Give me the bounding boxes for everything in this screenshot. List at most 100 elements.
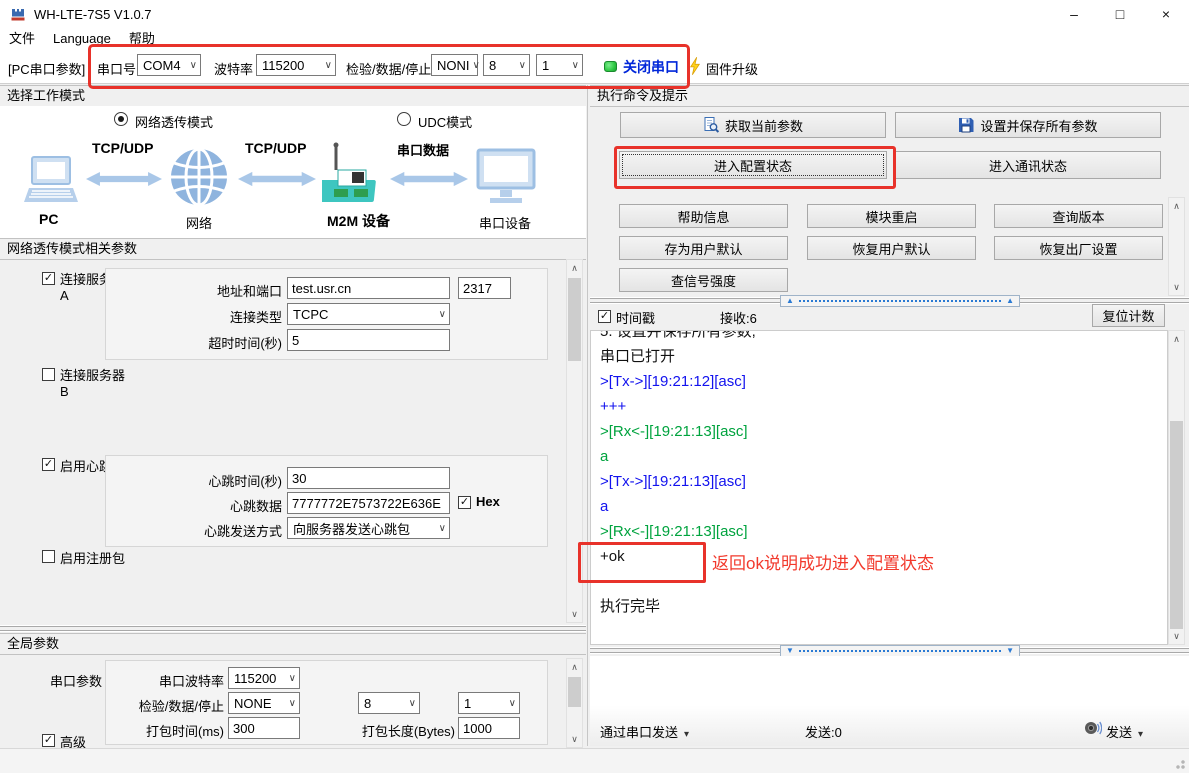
get-params-button[interactable]: 获取当前参数 xyxy=(620,112,886,138)
arrow-left-right-icon xyxy=(390,166,468,192)
enter-comm-button[interactable]: 进入通讯状态 xyxy=(895,151,1161,179)
timestamp-label[interactable]: 时间戳 xyxy=(616,308,655,327)
factory-reset-button[interactable]: 恢复出厂设置 xyxy=(994,236,1163,260)
log-line: >[Tx->][19:21:13][asc] xyxy=(591,469,1167,494)
send-via-serial-select[interactable]: 通过串口发送 xyxy=(600,722,689,741)
radio-transparent-mode[interactable] xyxy=(114,112,128,126)
resize-grip[interactable] xyxy=(1174,758,1186,770)
stopbits-select[interactable]: 1 xyxy=(536,54,583,76)
minimize-button[interactable]: – xyxy=(1051,0,1097,28)
packlen-input[interactable]: 1000 xyxy=(458,717,520,739)
reset-count-button[interactable]: 复位计数 xyxy=(1092,304,1165,327)
scrollbar-thumb[interactable] xyxy=(568,677,581,707)
firmware-upgrade-button[interactable]: 固件升级 xyxy=(706,59,758,78)
query-version-button[interactable]: 查询版本 xyxy=(994,204,1163,228)
scroll-down-icon[interactable] xyxy=(1169,280,1184,295)
global-baud-select[interactable]: 115200 xyxy=(228,667,300,689)
speaker-icon xyxy=(1084,719,1102,737)
advanced-checkbox[interactable] xyxy=(42,734,55,747)
hex-checkbox[interactable] xyxy=(458,496,471,509)
global-parity-select[interactable]: NONE xyxy=(228,692,300,714)
commands-scrollbar[interactable] xyxy=(1168,197,1185,296)
conn-type-label: 连接类型 xyxy=(150,307,282,326)
scroll-down-icon[interactable] xyxy=(567,732,582,747)
global-params-scrollbar[interactable] xyxy=(566,658,583,748)
timestamp-checkbox[interactable] xyxy=(598,310,611,323)
signal-strength-button[interactable]: 查信号强度 xyxy=(619,268,788,292)
hex-label[interactable]: Hex xyxy=(476,494,500,509)
heartbeat-checkbox[interactable] xyxy=(42,458,55,471)
collapse-up-icon: ▲ xyxy=(786,297,794,305)
addr-port-label: 地址和端口 xyxy=(150,281,282,300)
scroll-up-icon[interactable] xyxy=(567,261,582,276)
log-line: >[Rx<-][19:21:13][asc] xyxy=(591,419,1167,444)
scroll-up-icon[interactable] xyxy=(567,660,582,675)
network-node-label: 网络 xyxy=(186,213,212,232)
left-splitter[interactable] xyxy=(0,625,586,632)
net-params-scrollbar[interactable] xyxy=(566,259,583,623)
scroll-up-icon[interactable] xyxy=(1169,199,1184,214)
scroll-down-icon[interactable] xyxy=(567,607,582,622)
set-save-params-button[interactable]: 设置并保存所有参数 xyxy=(895,112,1161,138)
parity-select[interactable]: NONI xyxy=(431,54,478,76)
maximize-button[interactable]: □ xyxy=(1097,0,1143,28)
save-user-default-button[interactable]: 存为用户默认 xyxy=(619,236,788,260)
pc-node-label: PC xyxy=(39,211,58,227)
menu-file[interactable]: 文件 xyxy=(0,28,44,50)
receive-count-label: 接收:6 xyxy=(720,308,757,327)
log-line: 执行完毕 xyxy=(591,594,1167,619)
menu-language[interactable]: Language xyxy=(44,28,120,50)
global-stopbits-select[interactable]: 1 xyxy=(458,692,520,714)
serial-node-label: 串口设备 xyxy=(479,213,531,232)
conn-type-select[interactable]: TCPC xyxy=(287,303,450,325)
serial-device-icon xyxy=(476,148,536,206)
log-top-splitter-handle[interactable]: ▲ ▲ xyxy=(780,295,1020,307)
hb-data-label: 心跳数据 xyxy=(150,496,282,515)
scrollbar-thumb[interactable] xyxy=(1170,421,1183,629)
server-b-label[interactable]: 连接服务器 B xyxy=(60,365,125,399)
radio-transparent-label[interactable]: 网络透传模式 xyxy=(135,112,213,131)
register-label[interactable]: 启用注册包 xyxy=(60,548,125,567)
close-serial-button[interactable]: 关闭串口 xyxy=(623,57,679,77)
panel-divider xyxy=(587,85,588,746)
splitter-dots xyxy=(799,650,1001,652)
scroll-up-icon[interactable] xyxy=(1169,332,1184,347)
server-b-checkbox[interactable] xyxy=(42,368,55,381)
server-a-checkbox[interactable] xyxy=(42,272,55,285)
menu-bar: 文件 Language 帮助 xyxy=(0,28,1189,50)
baud-rate-select[interactable]: 115200 xyxy=(256,54,336,76)
restore-user-default-button[interactable]: 恢复用户默认 xyxy=(807,236,976,260)
global-databits-select[interactable]: 8 xyxy=(358,692,420,714)
help-info-button[interactable]: 帮助信息 xyxy=(619,204,788,228)
hb-mode-select[interactable]: 向服务器发送心跳包 xyxy=(287,517,450,539)
status-bar xyxy=(0,748,1189,773)
module-reboot-button[interactable]: 模块重启 xyxy=(807,204,976,228)
scroll-down-icon[interactable] xyxy=(1169,629,1184,644)
save-icon xyxy=(958,117,974,133)
server-port-input[interactable]: 2317 xyxy=(458,277,511,299)
databits-select[interactable]: 8 xyxy=(483,54,530,76)
hb-data-input[interactable]: 7777772E7573722E636E xyxy=(287,492,450,514)
log-scrollbar[interactable] xyxy=(1168,330,1185,645)
global-baud-label: 串口波特率 xyxy=(120,671,224,690)
parity-data-stop-label: 检验/数据/停止 xyxy=(346,59,431,78)
radio-udc-label[interactable]: UDC模式 xyxy=(418,112,472,131)
packtime-input[interactable]: 300 xyxy=(228,717,300,739)
radio-udc-mode[interactable] xyxy=(397,112,411,126)
timeout-input[interactable]: 5 xyxy=(287,329,450,351)
arrow-left-right-icon xyxy=(238,166,316,192)
server-address-input[interactable]: test.usr.cn xyxy=(287,277,450,299)
serial-params-label: 串口参数 xyxy=(20,671,102,690)
menu-help[interactable]: 帮助 xyxy=(120,28,164,50)
splitter-dots xyxy=(799,300,1001,302)
scrollbar-thumb[interactable] xyxy=(568,278,581,361)
close-button[interactable]: × xyxy=(1143,0,1189,28)
com-port-select[interactable]: COM4 xyxy=(137,54,201,76)
register-checkbox[interactable] xyxy=(42,550,55,563)
hb-time-input[interactable]: 30 xyxy=(287,467,450,489)
serial-open-led-icon xyxy=(604,61,617,72)
log-area[interactable]: 5. 设置并保存所有参数;串口已打开>[Tx->][19:21:12][asc]… xyxy=(590,330,1168,645)
ok-annotation-text: 返回ok说明成功进入配置状态 xyxy=(712,549,934,574)
enter-config-button[interactable]: 进入配置状态 xyxy=(619,151,887,179)
send-button[interactable]: 发送 xyxy=(1106,722,1143,741)
